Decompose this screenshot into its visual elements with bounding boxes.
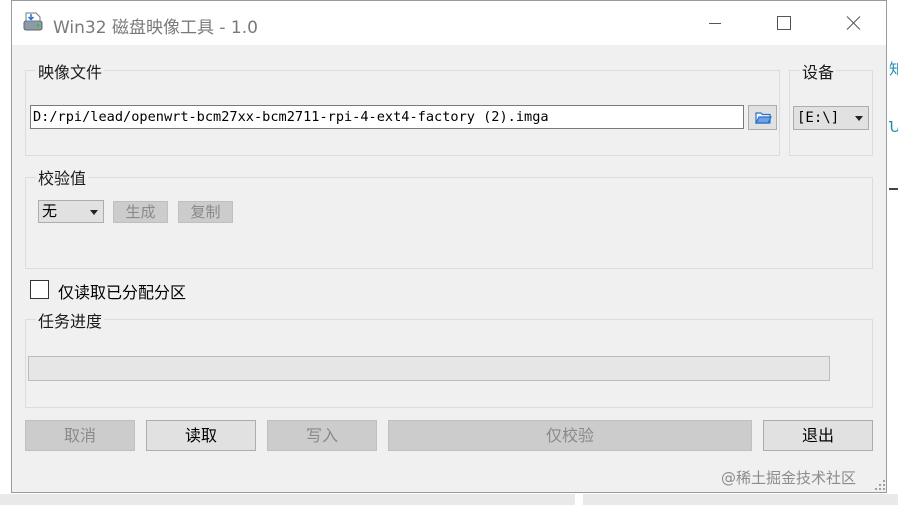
copy-hash-button[interactable]: 复制 — [178, 201, 233, 223]
hash-selected-value: 无 — [42, 202, 58, 220]
chevron-down-icon — [90, 210, 98, 215]
close-button[interactable] — [830, 1, 876, 45]
minimize-icon — [709, 23, 721, 24]
write-button[interactable]: 写入 — [267, 420, 377, 451]
title-bar[interactable]: Win32 磁盘映像工具 - 1.0 — [12, 1, 886, 45]
background-divider — [889, 188, 898, 190]
close-icon — [846, 16, 861, 30]
minimize-button[interactable] — [692, 1, 738, 45]
background-glyph: Ն — [889, 118, 898, 136]
watermark: @稀土掘金技术社区 — [721, 469, 857, 487]
background-glyph: 知 — [889, 60, 898, 78]
hash-label: 校验值 — [36, 165, 89, 189]
chevron-down-icon — [855, 116, 863, 121]
exit-button[interactable]: 退出 — [763, 420, 873, 451]
hash-group — [25, 177, 873, 269]
device-label: 设备 — [800, 59, 837, 83]
background-taskbar-area — [0, 494, 898, 505]
window-title: Win32 磁盘映像工具 - 1.0 — [53, 18, 258, 38]
device-selected-value: [E:\] — [797, 110, 840, 126]
maximize-icon — [777, 16, 791, 30]
device-select[interactable]: [E:\] — [793, 106, 869, 130]
folder-open-icon — [755, 112, 772, 124]
cancel-button[interactable]: 取消 — [25, 420, 135, 451]
image-path-input[interactable]: D:/rpi/lead/openwrt-bcm27xx-bcm2711-rpi-… — [30, 105, 744, 129]
disk-imager-window: Win32 磁盘映像工具 - 1.0 映像文件 D:/rpi/lead/open… — [11, 0, 887, 493]
progress-label: 任务进度 — [36, 308, 105, 332]
browse-button[interactable] — [748, 105, 777, 130]
read-only-allocated-checkbox[interactable] — [30, 280, 49, 299]
generate-hash-button[interactable]: 生成 — [113, 201, 168, 223]
image-file-label: 映像文件 — [36, 59, 105, 83]
resize-grip-icon[interactable] — [874, 479, 886, 491]
hash-type-select[interactable]: 无 — [38, 200, 104, 223]
progress-bar — [28, 356, 830, 381]
read-only-allocated-label[interactable]: 仅读取已分配分区 — [58, 279, 186, 303]
verify-only-button[interactable]: 仅校验 — [388, 420, 752, 451]
maximize-button[interactable] — [760, 1, 806, 45]
read-button[interactable]: 读取 — [146, 420, 256, 451]
disk-imager-icon — [22, 11, 46, 33]
